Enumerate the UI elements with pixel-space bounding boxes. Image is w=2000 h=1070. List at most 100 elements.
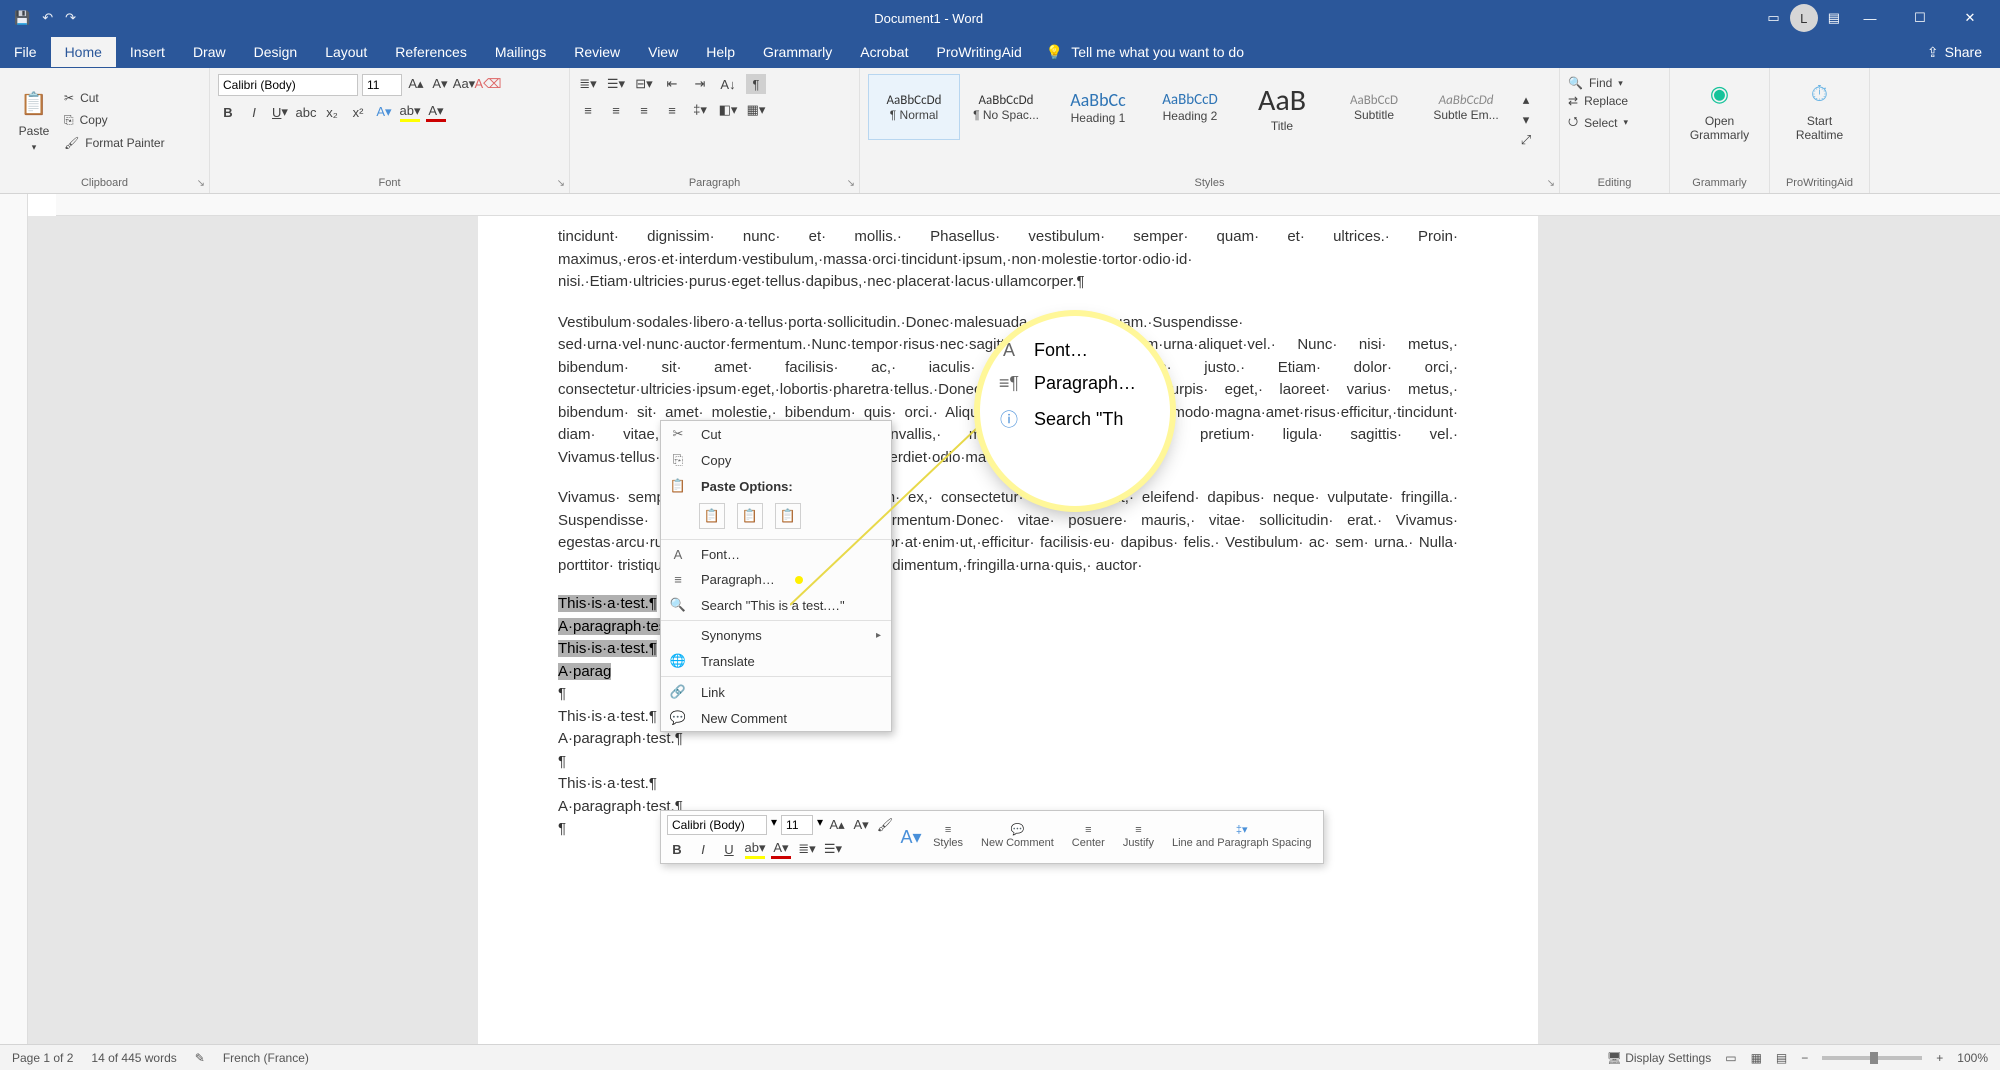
justify-icon[interactable]: ≡ bbox=[662, 100, 682, 120]
tab-view[interactable]: View bbox=[634, 37, 692, 67]
view-read-icon[interactable]: ▭ bbox=[1725, 1051, 1736, 1065]
word-count[interactable]: 14 of 445 words bbox=[91, 1051, 176, 1065]
paste-button[interactable]: 📋 Paste ▾ bbox=[8, 74, 60, 166]
start-realtime-button[interactable]: ⏱ Start Realtime bbox=[1778, 74, 1861, 146]
styles-expand-icon[interactable]: ⤢ bbox=[1516, 130, 1536, 150]
mini-center[interactable]: ≡Center bbox=[1066, 824, 1111, 850]
ctx-copy[interactable]: ⎘Copy bbox=[661, 447, 891, 473]
copy-button[interactable]: ⎘Copy bbox=[64, 111, 165, 130]
align-right-icon[interactable]: ≡ bbox=[634, 100, 654, 120]
mini-bold-icon[interactable]: B bbox=[667, 839, 687, 859]
user-avatar[interactable]: L bbox=[1790, 4, 1818, 32]
mini-underline-icon[interactable]: U bbox=[719, 839, 739, 859]
redo-icon[interactable]: ↷ bbox=[65, 10, 76, 26]
mini-bullets-icon[interactable]: ≣▾ bbox=[797, 839, 817, 859]
style-heading1[interactable]: AaBbCcHeading 1 bbox=[1052, 74, 1144, 140]
paste-merge-icon[interactable]: 📋 bbox=[737, 503, 763, 529]
mini-line-spacing[interactable]: ‡▾Line and Paragraph Spacing bbox=[1166, 824, 1317, 850]
undo-icon[interactable]: ↶ bbox=[42, 10, 53, 26]
paste-text-only-icon[interactable]: 📋 bbox=[775, 503, 801, 529]
style-title[interactable]: AaBTitle bbox=[1236, 74, 1328, 140]
tab-draw[interactable]: Draw bbox=[179, 37, 240, 67]
ctx-link[interactable]: 🔗Link bbox=[661, 679, 891, 705]
zoom-slider[interactable] bbox=[1822, 1056, 1922, 1060]
paragraph-launcher[interactable]: ↘ bbox=[847, 178, 855, 189]
align-left-icon[interactable]: ≡ bbox=[578, 100, 598, 120]
tab-grammarly[interactable]: Grammarly bbox=[749, 37, 846, 67]
subscript-icon[interactable]: x₂ bbox=[322, 102, 342, 122]
find-button[interactable]: 🔍Find▾ bbox=[1568, 74, 1661, 92]
style-heading2[interactable]: AaBbCcDHeading 2 bbox=[1144, 74, 1236, 140]
mini-font-name[interactable] bbox=[667, 815, 767, 835]
ribbon-mode-icon[interactable]: ▤ bbox=[1828, 10, 1840, 26]
change-case-icon[interactable]: Aa▾ bbox=[454, 74, 474, 94]
zoom-out-icon[interactable]: − bbox=[1801, 1051, 1808, 1065]
style-normal[interactable]: AaBbCcDd¶ Normal bbox=[868, 74, 960, 140]
highlight-icon[interactable]: ab▾ bbox=[400, 102, 420, 122]
ribbon-display-icon[interactable]: ▭ bbox=[1767, 10, 1779, 26]
language-indicator[interactable]: French (France) bbox=[223, 1051, 309, 1065]
align-center-icon[interactable]: ≡ bbox=[606, 100, 626, 120]
bold-icon[interactable]: B bbox=[218, 102, 238, 122]
tab-references[interactable]: References bbox=[381, 37, 481, 67]
tab-design[interactable]: Design bbox=[240, 37, 312, 67]
increase-font-icon[interactable]: A▴ bbox=[406, 74, 426, 94]
tab-layout[interactable]: Layout bbox=[311, 37, 381, 67]
open-grammarly-button[interactable]: ◉ Open Grammarly bbox=[1678, 74, 1761, 146]
tab-review[interactable]: Review bbox=[560, 37, 634, 67]
tab-home[interactable]: Home bbox=[51, 37, 116, 67]
superscript-icon[interactable]: x² bbox=[348, 102, 368, 122]
styles-launcher[interactable]: ↘ bbox=[1547, 178, 1555, 189]
cut-button[interactable]: ✂Cut bbox=[64, 89, 165, 107]
paste-keep-source-icon[interactable]: 📋 bbox=[699, 503, 725, 529]
view-print-icon[interactable]: ▦ bbox=[1751, 1051, 1762, 1065]
italic-icon[interactable]: I bbox=[244, 102, 264, 122]
zoom-level[interactable]: 100% bbox=[1957, 1051, 1988, 1065]
ctx-new-comment[interactable]: 💬New Comment bbox=[661, 705, 891, 731]
replace-button[interactable]: ⇄Replace bbox=[1568, 92, 1661, 110]
font-name-input[interactable] bbox=[218, 74, 358, 96]
display-settings[interactable]: 🖥 Display Settings bbox=[1607, 1051, 1712, 1065]
multilevel-icon[interactable]: ⊟▾ bbox=[634, 74, 654, 94]
spell-check-icon[interactable]: ✎ bbox=[195, 1051, 205, 1065]
style-subtitle[interactable]: AaBbCcDSubtitle bbox=[1328, 74, 1420, 140]
view-web-icon[interactable]: ▤ bbox=[1776, 1051, 1787, 1065]
mini-highlight-icon[interactable]: ab▾ bbox=[745, 839, 765, 859]
numbering-icon[interactable]: ☰▾ bbox=[606, 74, 626, 94]
ctx-font[interactable]: AFont… bbox=[661, 542, 891, 567]
line-spacing-icon[interactable]: ‡▾ bbox=[690, 100, 710, 120]
decrease-indent-icon[interactable]: ⇤ bbox=[662, 74, 682, 94]
mini-font-color-icon[interactable]: A▾ bbox=[771, 839, 791, 859]
ctx-search[interactable]: 🔍Search "This is a test.…" bbox=[661, 592, 891, 618]
mini-grow-icon[interactable]: A▴ bbox=[827, 815, 847, 835]
bullets-icon[interactable]: ≣▾ bbox=[578, 74, 598, 94]
tab-prowritingaid[interactable]: ProWritingAid bbox=[922, 37, 1035, 67]
ctx-cut[interactable]: ✂Cut bbox=[661, 421, 891, 447]
save-icon[interactable]: 💾 bbox=[14, 10, 30, 26]
decrease-font-icon[interactable]: A▾ bbox=[430, 74, 450, 94]
shading-icon[interactable]: ◧▾ bbox=[718, 100, 738, 120]
mini-shrink-icon[interactable]: A▾ bbox=[851, 815, 871, 835]
show-marks-icon[interactable]: ¶ bbox=[746, 74, 766, 94]
clear-formatting-icon[interactable]: A⌫ bbox=[478, 74, 498, 94]
page-indicator[interactable]: Page 1 of 2 bbox=[12, 1051, 73, 1065]
mini-styles[interactable]: ≡Styles bbox=[927, 824, 969, 850]
underline-icon[interactable]: U▾ bbox=[270, 102, 290, 122]
clipboard-launcher[interactable]: ↘ bbox=[197, 178, 205, 189]
mini-numbering-icon[interactable]: ☰▾ bbox=[823, 839, 843, 859]
mini-font-size[interactable] bbox=[781, 815, 813, 835]
ctx-translate[interactable]: 🌐Translate bbox=[661, 648, 891, 674]
style-nospacing[interactable]: AaBbCcDd¶ No Spac... bbox=[960, 74, 1052, 140]
styles-down-icon[interactable]: ▾ bbox=[1516, 110, 1536, 130]
format-painter-button[interactable]: 🖌Format Painter bbox=[64, 134, 165, 152]
tab-acrobat[interactable]: Acrobat bbox=[846, 37, 922, 67]
mini-italic-icon[interactable]: I bbox=[693, 839, 713, 859]
style-subtleem[interactable]: AaBbCcDdSubtle Em... bbox=[1420, 74, 1512, 140]
font-size-input[interactable] bbox=[362, 74, 402, 96]
mini-new-comment[interactable]: 💬New Comment bbox=[975, 824, 1060, 850]
mini-justify[interactable]: ≡Justify bbox=[1117, 824, 1160, 850]
tab-mailings[interactable]: Mailings bbox=[481, 37, 560, 67]
share-button[interactable]: ⇪ Share bbox=[1909, 44, 2000, 61]
close-button[interactable]: ✕ bbox=[1950, 10, 1990, 26]
tab-help[interactable]: Help bbox=[692, 37, 749, 67]
